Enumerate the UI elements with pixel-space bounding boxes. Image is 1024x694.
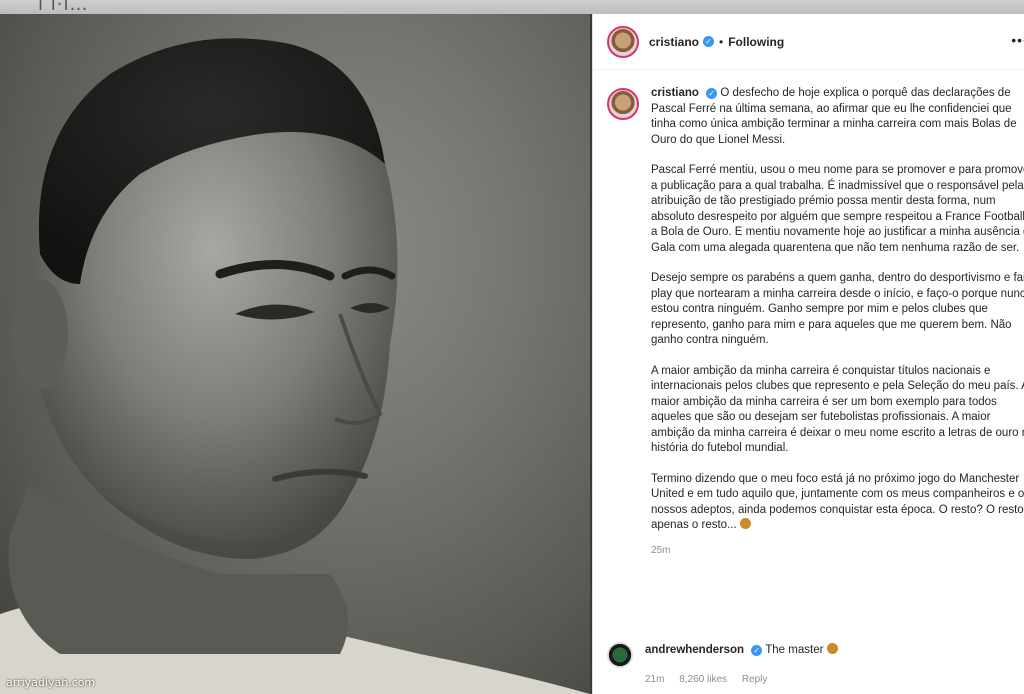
comment-item: andrewhenderson ✓ The master 21m 8,260 l… xyxy=(607,642,1024,688)
caption-paragraph: Pascal Ferré mentiu, usou o meu nome par… xyxy=(651,164,1024,254)
commenter-username[interactable]: andrewhenderson xyxy=(645,644,744,656)
post-photo[interactable] xyxy=(0,14,590,694)
caption-paragraph: A maior ambição da minha carreira é conq… xyxy=(651,364,1024,455)
comment-reply-button[interactable]: Reply xyxy=(742,674,768,685)
caption-username[interactable]: cristiano xyxy=(651,87,699,99)
comment-body: andrewhenderson ✓ The master 21m 8,260 l… xyxy=(645,642,838,688)
verified-badge-icon: ✓ xyxy=(706,88,718,99)
caption-text: Termino dizendo que o meu foco está já n… xyxy=(651,472,1024,532)
top-strip: i i·i… xyxy=(0,0,1024,15)
caption-paragraph: Termino dizendo que o meu foco está já n… xyxy=(651,472,1024,534)
separator-dot: • xyxy=(719,34,724,49)
author-username[interactable]: cristiano xyxy=(649,35,699,49)
post-panel: cristiano ✓ • Following ••• cristiano ✓ … xyxy=(592,14,1024,694)
emoji-icon xyxy=(826,643,838,654)
top-ghost-text: i i·i… xyxy=(38,0,89,15)
more-dots-icon[interactable]: ••• xyxy=(1011,32,1024,48)
comment-time: 21m xyxy=(645,674,665,685)
caption-paragraph: cristiano ✓ O desfecho de hoje explica o… xyxy=(651,86,1024,148)
portrait-illustration xyxy=(0,38,590,694)
caption-body: cristiano ✓ O desfecho de hoje explica o… xyxy=(651,86,1024,558)
caption-avatar[interactable] xyxy=(607,88,639,120)
verified-badge-icon: ✓ xyxy=(703,36,715,47)
watermark: arriyadiyah.com xyxy=(6,676,96,689)
caption-timestamp: 25m xyxy=(651,544,671,556)
comment-meta: 21m 8,260 likes Reply xyxy=(645,672,838,688)
commenter-avatar[interactable] xyxy=(607,642,633,668)
comment-likes[interactable]: 8,260 likes xyxy=(679,674,727,685)
post-header: cristiano ✓ • Following ••• xyxy=(593,14,1024,70)
caption-paragraph: Desejo sempre os parabéns a quem ganha, … xyxy=(651,272,1024,346)
verified-badge-icon: ✓ xyxy=(751,645,763,656)
emoji-icon xyxy=(739,518,751,529)
following-button[interactable]: Following xyxy=(728,35,784,49)
post-caption: cristiano ✓ O desfecho de hoje explica o… xyxy=(607,86,1024,558)
comment-text: The master xyxy=(765,644,824,656)
author-avatar[interactable] xyxy=(607,25,639,58)
